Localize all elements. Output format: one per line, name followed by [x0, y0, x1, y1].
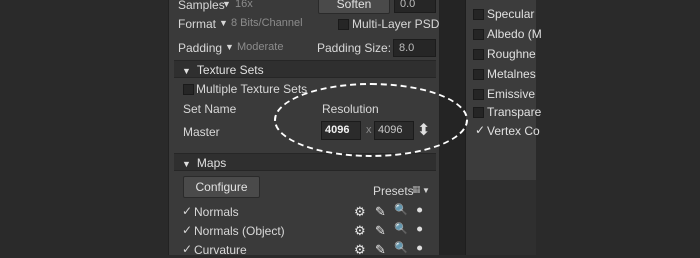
set-name-column-header: Set Name: [183, 102, 237, 116]
multilayer-psd-checkbox[interactable]: [338, 19, 349, 30]
texture-set-row-name: Master: [183, 125, 220, 139]
metalness-checkbox[interactable]: [473, 69, 484, 80]
export-channels-panel-footer: [465, 180, 536, 255]
left-background: [0, 0, 168, 255]
roughness-checkbox[interactable]: [473, 49, 484, 60]
multilayer-psd-label: Multi-Layer PSD: [352, 17, 440, 31]
emissive-checkbox[interactable]: [473, 89, 484, 100]
map-label: Normals (Object): [194, 224, 285, 238]
search-icon[interactable]: 🔍: [394, 241, 408, 254]
samples-dropdown-icon[interactable]: ▼: [222, 0, 231, 9]
check-icon[interactable]: ✓: [182, 204, 192, 218]
check-icon[interactable]: ✓: [182, 223, 192, 237]
multiple-texture-sets-checkbox[interactable]: [183, 84, 194, 95]
maps-title: Maps: [196, 156, 227, 170]
padding-dropdown-icon[interactable]: ▼: [225, 42, 234, 52]
format-dropdown-icon[interactable]: ▼: [219, 18, 228, 28]
configure-button[interactable]: Configure: [183, 176, 260, 198]
collapse-icon: ▼: [182, 66, 191, 76]
texture-sets-title: Texture Sets: [196, 63, 264, 77]
collapse-icon: ▼: [182, 159, 191, 169]
map-label: Normals: [194, 205, 239, 219]
highlight-ellipse-annotation: [274, 83, 468, 157]
presets-dropdown-icon[interactable]: ▼: [422, 186, 430, 195]
format-value[interactable]: 8 Bits/Channel: [231, 17, 303, 29]
check-icon[interactable]: ✓: [182, 242, 192, 256]
albedo-checkbox[interactable]: [473, 29, 484, 40]
channel-label: Albedo (M: [487, 27, 542, 41]
pencil-icon[interactable]: ✎: [375, 204, 386, 220]
channel-label: Metalnes: [487, 67, 536, 81]
bake-icon[interactable]: ⚫: [415, 242, 424, 255]
padding-value[interactable]: Moderate: [237, 41, 283, 53]
format-label: Format: [178, 17, 217, 31]
samples-value[interactable]: 16x: [235, 0, 253, 10]
maps-header[interactable]: ▼ Maps: [174, 153, 436, 171]
presets-label[interactable]: Presets: [373, 184, 414, 198]
check-icon[interactable]: ✓: [475, 123, 485, 137]
bake-icon[interactable]: ⚫: [415, 204, 424, 217]
pencil-icon[interactable]: ✎: [375, 242, 386, 258]
bake-icon[interactable]: ⚫: [415, 223, 424, 236]
channel-label: Vertex Co: [487, 124, 540, 138]
channel-label: Roughne: [487, 47, 536, 61]
padding-size-field[interactable]: 8.0: [393, 39, 436, 57]
padding-label: Padding: [178, 41, 223, 55]
gear-icon[interactable]: ⚙: [354, 223, 366, 239]
right-background: [535, 0, 700, 255]
samples-label: Samples: [178, 0, 225, 12]
padding-size-label: Padding Size:: [317, 41, 392, 55]
gear-icon[interactable]: ⚙: [354, 242, 366, 258]
soften-button[interactable]: Soften: [318, 0, 390, 14]
transparency-checkbox[interactable]: [473, 107, 484, 118]
soften-value-field[interactable]: 0.0: [394, 0, 436, 13]
search-icon[interactable]: 🔍: [394, 203, 408, 216]
specular-checkbox[interactable]: [473, 9, 484, 20]
channel-label: Transpare: [487, 105, 542, 119]
presets-menu-icon[interactable]: ▦: [412, 184, 421, 195]
gear-icon[interactable]: ⚙: [354, 204, 366, 220]
channel-label: Specular: [487, 7, 535, 21]
search-icon[interactable]: 🔍: [394, 222, 408, 235]
texture-sets-header[interactable]: ▼ Texture Sets: [174, 60, 436, 78]
multiple-texture-sets-label: Multiple Texture Sets: [196, 82, 308, 96]
pencil-icon[interactable]: ✎: [375, 223, 386, 239]
channel-label: Emissive: [487, 87, 536, 101]
